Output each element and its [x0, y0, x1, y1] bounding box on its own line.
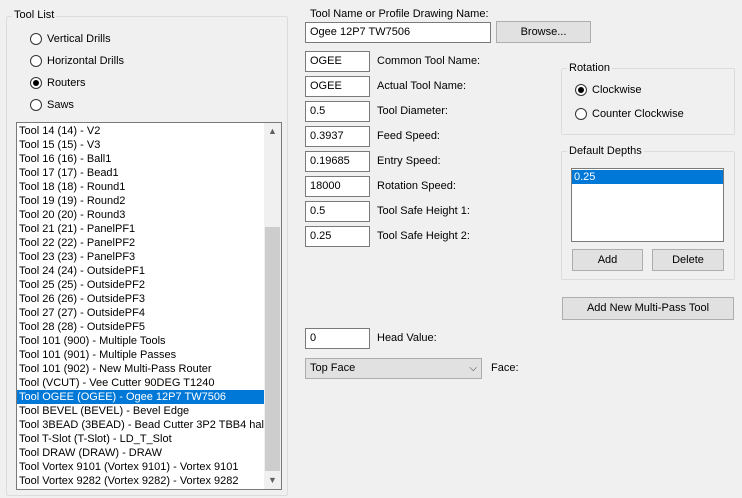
parameter-label: Common Tool Name:: [377, 55, 481, 67]
radio-indicator: [575, 108, 587, 120]
parameter-input[interactable]: 0.5: [305, 101, 370, 122]
tool-list-title: Tool List: [12, 9, 57, 21]
parameter-input[interactable]: 18000: [305, 176, 370, 197]
list-item[interactable]: Tool 23 (23) - PanelPF3: [17, 250, 264, 264]
default-depths-title: Default Depths: [567, 145, 644, 157]
parameter-label: Tool Safe Height 2:: [377, 230, 470, 242]
scroll-thumb[interactable]: [265, 227, 280, 471]
radio-label: Horizontal Drills: [47, 55, 125, 67]
list-item[interactable]: Tool 22 (22) - PanelPF2: [17, 236, 264, 250]
list-item[interactable]: Tool BEVEL (BEVEL) - Bevel Edge: [17, 404, 264, 418]
parameter-input[interactable]: OGEE: [305, 76, 370, 97]
list-item[interactable]: Tool 25 (25) - OutsidePF2: [17, 278, 264, 292]
tool-name-input[interactable]: Ogee 12P7 TW7506: [305, 22, 491, 43]
parameter-label: Rotation Speed:: [377, 180, 456, 192]
face-select[interactable]: Top Face ⌵: [305, 358, 482, 379]
list-item[interactable]: Tool 20 (20) - Round3: [17, 208, 264, 222]
scroll-down-icon[interactable]: ▼: [264, 472, 281, 489]
list-item[interactable]: Tool (VCUT) - Vee Cutter 90DEG T1240: [17, 376, 264, 390]
radio-indicator: [30, 55, 42, 67]
list-item[interactable]: Tool 14 (14) - V2: [17, 124, 264, 138]
list-item[interactable]: Tool 27 (27) - OutsidePF4: [17, 306, 264, 320]
list-item[interactable]: Tool 3BEAD (3BEAD) - Bead Cutter 3P2 TBB…: [17, 418, 267, 432]
head-value-input[interactable]: 0: [305, 328, 370, 349]
parameter-input[interactable]: 0.25: [305, 226, 370, 247]
list-item[interactable]: Tool Vortex 9282 (Vortex 9282) - Vortex …: [17, 474, 264, 488]
radio-label: Vertical Drills: [47, 33, 111, 45]
list-item[interactable]: Tool 26 (26) - OutsidePF3: [17, 292, 264, 306]
radio-routers[interactable]: Routers: [30, 75, 86, 91]
list-item[interactable]: Tool DRAW (DRAW) - DRAW: [17, 446, 264, 460]
list-item[interactable]: Tool 101 (900) - Multiple Tools: [17, 334, 264, 348]
list-item[interactable]: Tool 24 (24) - OutsidePF1: [17, 264, 264, 278]
list-item[interactable]: Tool 17 (17) - Bead1: [17, 166, 264, 180]
radio-vertical-drills[interactable]: Vertical Drills: [30, 31, 111, 47]
default-depths-listbox[interactable]: 0.25: [571, 168, 724, 242]
list-item[interactable]: 0.25: [572, 170, 723, 184]
parameter-label: Tool Diameter:: [377, 105, 448, 117]
radio-label: Clockwise: [592, 84, 642, 96]
list-item[interactable]: Tool 101 (902) - New Multi-Pass Router: [17, 362, 264, 376]
radio-indicator: [30, 77, 42, 89]
depth-items: 0.25: [572, 169, 723, 184]
rotation-title: Rotation: [567, 62, 612, 74]
radio-indicator: [30, 33, 42, 45]
face-label: Face:: [491, 362, 519, 374]
radio-horizontal-drills[interactable]: Horizontal Drills: [30, 53, 124, 69]
radio-indicator: [30, 99, 42, 111]
list-item[interactable]: Tool 21 (21) - PanelPF1: [17, 222, 264, 236]
scroll-up-icon[interactable]: ▲: [264, 123, 281, 140]
radio-label: Routers: [47, 77, 86, 89]
list-item[interactable]: Tool 28 (28) - OutsidePF5: [17, 320, 264, 334]
parameter-input[interactable]: 0.3937: [305, 126, 370, 147]
face-select-value: Top Face: [310, 362, 356, 374]
chevron-down-icon: ⌵: [469, 363, 477, 374]
tool-list-scrollbar[interactable]: ▲ ▼: [264, 123, 281, 489]
parameter-label: Tool Safe Height 1:: [377, 205, 470, 217]
browse-button[interactable]: Browse...: [496, 21, 591, 43]
parameter-input[interactable]: 0.5: [305, 201, 370, 222]
radio-saws[interactable]: Saws: [30, 97, 74, 113]
radio-counter-clockwise[interactable]: Counter Clockwise: [575, 106, 684, 122]
radio-label: Counter Clockwise: [592, 108, 684, 120]
list-item[interactable]: Tool 101 (901) - Multiple Passes: [17, 348, 264, 362]
rotation-group: [561, 68, 735, 135]
parameter-input[interactable]: 0.19685: [305, 151, 370, 172]
tool-items: Tool 14 (14) - V2 Tool 15 (15) - V3 Tool 1…: [17, 123, 281, 488]
parameter-input[interactable]: OGEE: [305, 51, 370, 72]
parameter-label: Feed Speed:: [377, 130, 440, 142]
list-item[interactable]: Tool 15 (15) - V3: [17, 138, 264, 152]
list-item[interactable]: Tool OGEE (OGEE) - Ogee 12P7 TW7506: [17, 390, 264, 404]
tool-name-label: Tool Name or Profile Drawing Name:: [310, 8, 489, 20]
list-item[interactable]: Tool 18 (18) - Round1: [17, 180, 264, 194]
radio-label: Saws: [47, 99, 74, 111]
radio-clockwise[interactable]: Clockwise: [575, 82, 642, 98]
list-item[interactable]: Tool Vortex 9101 (Vortex 9101) - Vortex …: [17, 460, 264, 474]
parameter-label: Actual Tool Name:: [377, 80, 467, 92]
add-multi-pass-tool-button[interactable]: Add New Multi-Pass Tool: [562, 297, 734, 320]
delete-depth-button[interactable]: Delete: [652, 249, 724, 271]
list-item[interactable]: Tool 19 (19) - Round2: [17, 194, 264, 208]
list-item[interactable]: Tool T-Slot (T-Slot) - LD_T_Slot: [17, 432, 264, 446]
head-value-label: Head Value:: [377, 332, 437, 344]
add-depth-button[interactable]: Add: [572, 249, 643, 271]
parameter-label: Entry Speed:: [377, 155, 441, 167]
radio-indicator: [575, 84, 587, 96]
list-item[interactable]: Tool 16 (16) - Ball1: [17, 152, 264, 166]
tool-listbox[interactable]: Tool 14 (14) - V2 Tool 15 (15) - V3 Tool 1…: [16, 122, 282, 490]
